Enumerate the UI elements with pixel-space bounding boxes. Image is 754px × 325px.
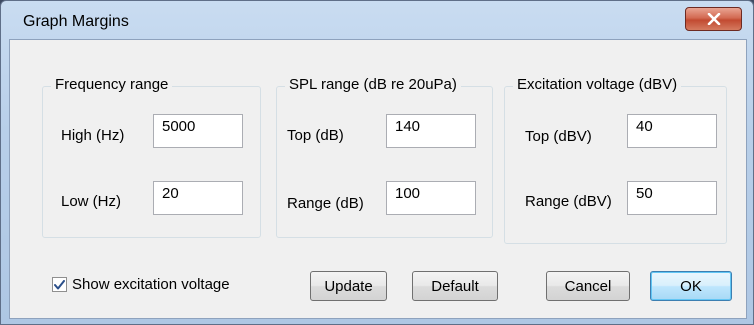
range-db-field[interactable] bbox=[386, 181, 476, 215]
close-button[interactable] bbox=[685, 7, 742, 31]
frequency-range-group: Frequency range High (Hz) Low (Hz) bbox=[42, 76, 261, 238]
low-hz-field[interactable] bbox=[153, 181, 243, 215]
spl-range-group: SPL range (dB re 20uPa) Top (dB) Range (… bbox=[276, 76, 493, 238]
top-db-label: Top (dB) bbox=[287, 127, 344, 144]
range-dbv-label: Range (dBV) bbox=[525, 193, 612, 210]
high-hz-label: High (Hz) bbox=[61, 127, 125, 144]
high-hz-field[interactable] bbox=[153, 114, 243, 148]
close-icon bbox=[707, 13, 720, 25]
title-bar[interactable]: Graph Margins bbox=[1, 1, 753, 41]
default-button[interactable]: Default bbox=[412, 271, 498, 301]
low-hz-label: Low (Hz) bbox=[61, 193, 122, 210]
range-db-label: Range (dB) bbox=[287, 195, 364, 212]
show-excitation-label: Show excitation voltage bbox=[72, 276, 230, 293]
top-dbv-field[interactable] bbox=[627, 114, 717, 148]
cancel-button[interactable]: Cancel bbox=[546, 271, 630, 301]
show-excitation-checkbox[interactable]: Show excitation voltage bbox=[52, 276, 230, 293]
excitation-voltage-group: Excitation voltage (dBV) Top (dBV) Range… bbox=[504, 76, 727, 244]
window-title: Graph Margins bbox=[23, 13, 129, 30]
dialog-content: Frequency range High (Hz) Low (Hz) SPL r… bbox=[9, 39, 747, 319]
update-button[interactable]: Update bbox=[310, 271, 387, 301]
checkmark-icon bbox=[54, 279, 65, 289]
spl-range-label: SPL range (dB re 20uPa) bbox=[285, 76, 461, 93]
top-db-field[interactable] bbox=[386, 114, 476, 148]
frequency-range-label: Frequency range bbox=[51, 76, 173, 93]
excitation-voltage-label: Excitation voltage (dBV) bbox=[513, 76, 682, 93]
graph-margins-dialog: Graph Margins Frequency range High (Hz) … bbox=[0, 0, 754, 325]
top-dbv-label: Top (dBV) bbox=[525, 128, 592, 145]
checkbox-box[interactable] bbox=[52, 277, 67, 292]
ok-button[interactable]: OK bbox=[650, 271, 732, 301]
range-dbv-field[interactable] bbox=[627, 181, 717, 215]
